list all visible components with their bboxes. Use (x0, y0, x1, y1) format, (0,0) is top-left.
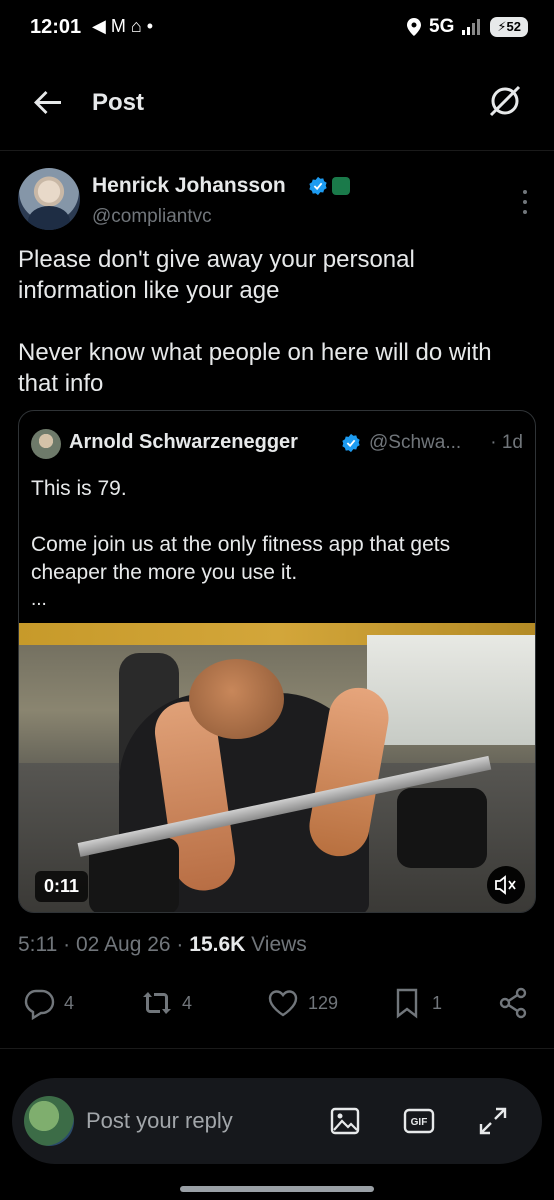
repost-count: 4 (182, 992, 193, 1013)
arrow-left-icon[interactable] (30, 84, 66, 120)
page-title: Post (92, 89, 145, 116)
status-right: 5G ⚡52 (407, 16, 528, 38)
image-icon[interactable] (328, 1104, 362, 1138)
quote-avatar (31, 429, 61, 459)
reply-composer[interactable]: Post your reply GIF (12, 1078, 542, 1164)
repost-button[interactable]: 4 (140, 986, 192, 1020)
location-icon (407, 18, 422, 36)
video-scene-pad-right (397, 788, 487, 868)
affiliation-badge-icon[interactable] (332, 177, 350, 195)
battery-level: 52 (506, 19, 521, 34)
views-count[interactable]: 15.6K (189, 933, 245, 956)
quote-more-indicator: ... (31, 589, 47, 610)
post-text: Please don't give away your personal inf… (18, 246, 492, 397)
views-label: Views (245, 933, 307, 956)
avatar[interactable] (18, 168, 80, 230)
video-player[interactable]: 0:11 (19, 623, 535, 912)
divider (0, 1048, 554, 1049)
share-button[interactable] (496, 986, 530, 1020)
meta-separator: · (170, 933, 190, 956)
bookmark-icon (396, 988, 418, 1019)
author-name[interactable]: Henrick Johansson (92, 174, 286, 198)
reply-button[interactable]: 4 (22, 986, 74, 1020)
action-bar: 4 4 129 1 (0, 986, 554, 1026)
video-scene-head (189, 659, 284, 739)
svg-text:GIF: GIF (411, 1117, 428, 1128)
quote-timestamp: · 1d (490, 432, 523, 453)
volume-mute-icon[interactable] (487, 866, 525, 904)
divider (0, 150, 554, 151)
reply-input[interactable]: Post your reply (86, 1108, 233, 1134)
repost-icon (143, 992, 171, 1014)
like-count: 129 (308, 992, 339, 1013)
verified-badge-icon[interactable] (308, 176, 328, 196)
post-time: 5:11 (18, 933, 58, 956)
user-avatar (24, 1096, 74, 1146)
quote-author-name: Arnold Schwarzenegger (69, 431, 298, 453)
quote-author-handle: @Schwa... (369, 432, 462, 453)
notification-icons: ◀ M ⌂ • (92, 16, 154, 36)
reply-icon (24, 989, 55, 1020)
bookmark-count: 1 (432, 992, 443, 1013)
expand-icon[interactable] (476, 1104, 510, 1138)
home-indicator[interactable] (180, 1186, 374, 1192)
quoted-post[interactable]: Arnold Schwarzenegger @Schwa... · 1d Thi… (18, 410, 536, 913)
network-label: 5G (429, 16, 455, 37)
bookmark-button[interactable]: 1 (390, 986, 442, 1020)
grok-icon[interactable] (486, 82, 524, 120)
reply-count: 4 (64, 992, 75, 1013)
gif-icon[interactable]: GIF (402, 1104, 436, 1138)
video-scene-window (367, 635, 535, 745)
signal-icon (462, 19, 481, 35)
like-button[interactable]: 129 (266, 986, 338, 1020)
quote-text: This is 79. Come join us at the only fit… (31, 477, 451, 584)
post-header: Post (0, 70, 554, 136)
verified-badge-icon (342, 433, 360, 453)
video-duration: 0:11 (35, 871, 89, 902)
heart-icon (268, 990, 298, 1017)
more-options-icon[interactable] (520, 190, 530, 214)
post-author: Henrick Johansson @compliantvc (18, 168, 538, 238)
meta-separator: · (57, 933, 76, 956)
post-meta: 5:11 · 02 Aug 26 · 15.6K Views (18, 933, 307, 957)
battery-indicator: ⚡52 (490, 17, 528, 37)
share-icon (499, 987, 527, 1019)
author-handle[interactable]: @compliantvc (92, 206, 212, 228)
status-bar: 12:01 ◀ M ⌂ • 5G ⚡52 (0, 0, 554, 60)
status-time: 12:01 (30, 16, 82, 38)
post-date: 02 Aug 26 (76, 933, 171, 956)
